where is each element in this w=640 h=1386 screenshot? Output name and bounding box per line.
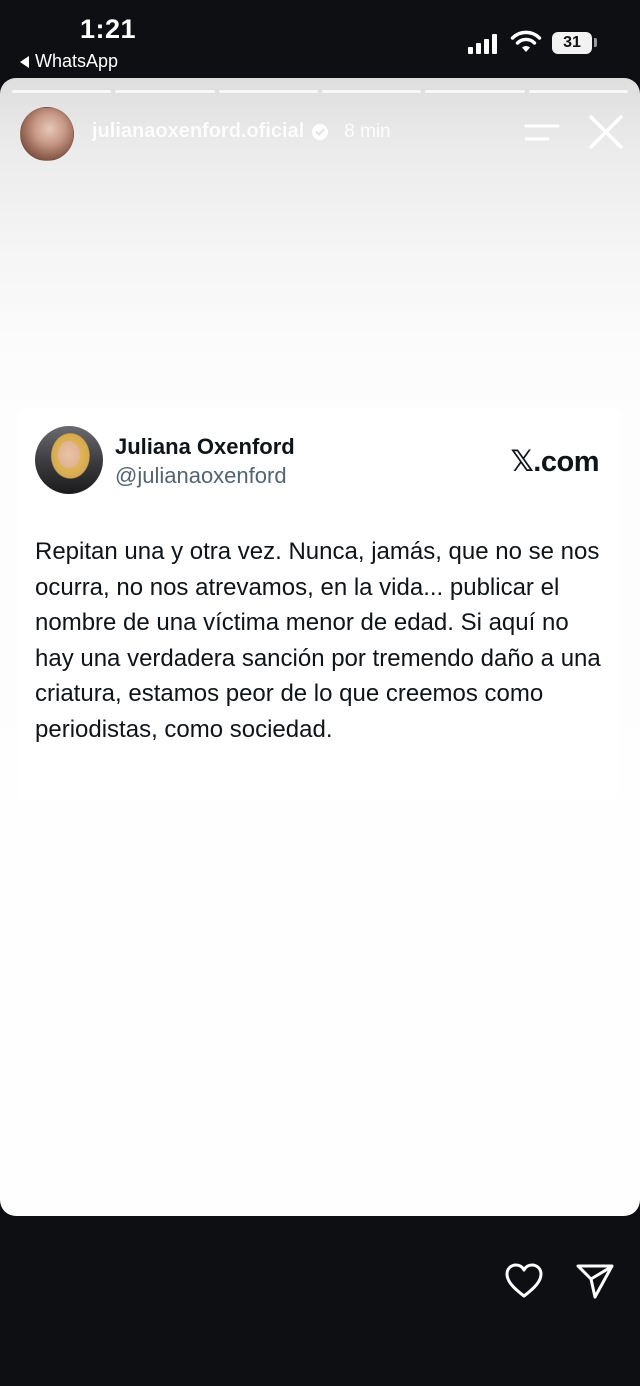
tweet-card[interactable]: Juliana Oxenford @julianaoxenford 𝕏.com … [18,408,620,800]
progress-segment [218,90,318,93]
menu-icon[interactable] [524,122,560,144]
signal-icon [468,34,497,54]
status-time: 1:21 [80,14,137,44]
story-avatar[interactable] [20,107,74,161]
progress-segment [12,90,112,93]
progress-segment [321,90,422,93]
close-icon[interactable] [588,114,624,150]
battery-icon: 31 [552,32,592,54]
progress-segment [115,90,215,93]
send-icon[interactable] [575,1262,615,1300]
heart-icon[interactable] [504,1262,544,1300]
story-progress-bar [12,90,628,93]
tweet-author-avatar [35,426,103,494]
progress-segment [528,90,628,93]
back-app-label: WhatsApp [35,51,119,71]
progress-segment [425,90,525,93]
back-to-app-link[interactable]: WhatsApp [20,51,118,72]
tweet-text: Repitan una y otra vez. Nunca, jamás, qu… [35,538,601,743]
back-arrow-icon [20,55,29,68]
verified-icon [312,123,329,140]
battery-nub [594,38,597,47]
story-header: julianaoxenford.oficial 8 min [92,120,391,143]
tweet-author-handle: @julianaoxenford [115,463,287,488]
wifi-icon [510,30,542,52]
story-card[interactable]: julianaoxenford.oficial 8 min Juliana Ox… [0,78,640,1216]
story-time: 8 min [344,120,391,142]
story-username[interactable]: julianaoxenford.oficial [92,120,304,143]
x-logo: 𝕏.com [510,446,599,478]
tweet-author-name: Juliana Oxenford [115,434,295,459]
